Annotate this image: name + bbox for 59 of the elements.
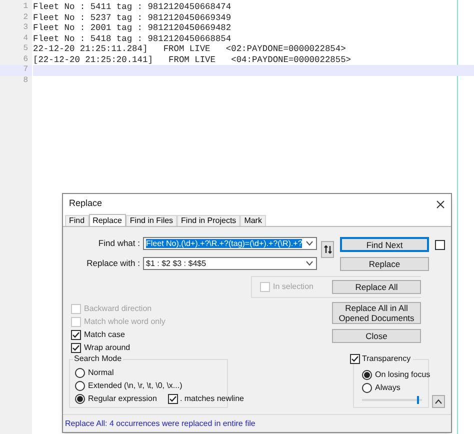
checkbox[interactable] [71, 330, 81, 340]
tab[interactable]: Find in Files [126, 215, 178, 226]
checkbox[interactable] [71, 343, 81, 353]
radio-button[interactable] [75, 368, 85, 378]
radio-button[interactable] [75, 381, 85, 391]
swap-arrows-icon [324, 245, 332, 254]
slider-thumb[interactable] [417, 396, 420, 404]
radio-label: Regular expression [88, 394, 157, 404]
combo-field[interactable]: Fleet No),(\d+).+?\R.+?(tag)=(\d+).+?(\R).+? [143, 237, 318, 250]
checkbox[interactable] [435, 240, 445, 250]
tab[interactable]: Mark [240, 215, 266, 226]
tab[interactable]: Find [65, 215, 89, 226]
checkbox-label: Match case [84, 330, 125, 340]
collapse-button[interactable] [432, 395, 445, 408]
find-next-button[interactable]: Find Next [340, 237, 429, 252]
swap-button[interactable] [321, 241, 334, 258]
field-label: Find what : [97, 237, 140, 250]
combo-field[interactable]: $1 : $2 $3 : $4$5 [143, 257, 318, 270]
tab[interactable]: Find in Projects [177, 215, 240, 226]
line-number: 8 [22, 76, 29, 86]
radio-label: Always [375, 383, 400, 393]
replace-all-opened-button[interactable]: Replace All in All Opened Documents [332, 302, 421, 324]
field-label: Replace with : [86, 257, 140, 270]
window-title: Replace [69, 197, 102, 210]
radio-label: On losing focus [375, 370, 430, 380]
replace-button[interactable]: Replace [340, 257, 429, 271]
code-line: 22-12-20 21:25:11.284] FROM LIVE <02:PAYDONE=0000022854> [33, 44, 347, 54]
line-number: 2 [22, 12, 29, 23]
code-line: Fleet No : 2001 tag : 9812120450669482 [33, 23, 232, 34]
checkbox[interactable] [350, 354, 360, 364]
code-line: Fleet No : 5411 tag : 9812120450668474 [33, 2, 232, 12]
status-message: Replace All: 4 occurrences were replaced in entire file [65, 418, 256, 430]
code-line: [22-12-20 21:25:20.141] FROM LIVE <04:PAYDONE=0000022855> [33, 54, 352, 65]
checkbox[interactable] [168, 394, 178, 404]
checkbox-label: Backward direction [84, 304, 152, 314]
checkbox-label: Wrap around [84, 343, 130, 353]
replace-all-button[interactable]: Replace All [332, 280, 421, 294]
tab[interactable]: Replace [88, 214, 126, 227]
checkbox-label: . matches newline [180, 394, 244, 404]
code-line: Fleet No : 5418 tag : 9812120450668854 [33, 34, 232, 44]
group-title: Search Mode [73, 354, 123, 364]
line-number: 5 [22, 44, 29, 54]
line-number: 6 [22, 54, 29, 65]
radio-label: Normal [88, 368, 114, 378]
checkbox-label: In selection [273, 281, 314, 293]
close-button[interactable]: Close [332, 329, 421, 343]
close-icon[interactable] [436, 200, 445, 208]
line-number: 3 [22, 23, 29, 34]
radio-label: Extended (\n, \r, \t, \0, \x...) [88, 381, 182, 391]
line-number: 1 [22, 2, 29, 12]
code-line: Fleet No : 5237 tag : 9812120450669349 [33, 12, 232, 23]
line-number: 4 [22, 34, 29, 44]
radio-button[interactable] [75, 394, 85, 404]
radio-button[interactable] [362, 370, 372, 380]
checkbox-label: Match whole word only [84, 317, 166, 327]
checkbox-label: Transparency [362, 354, 411, 364]
radio-button[interactable] [362, 383, 372, 393]
chevron-up-icon [435, 399, 442, 404]
line-number: 7 [0, 65, 32, 76]
